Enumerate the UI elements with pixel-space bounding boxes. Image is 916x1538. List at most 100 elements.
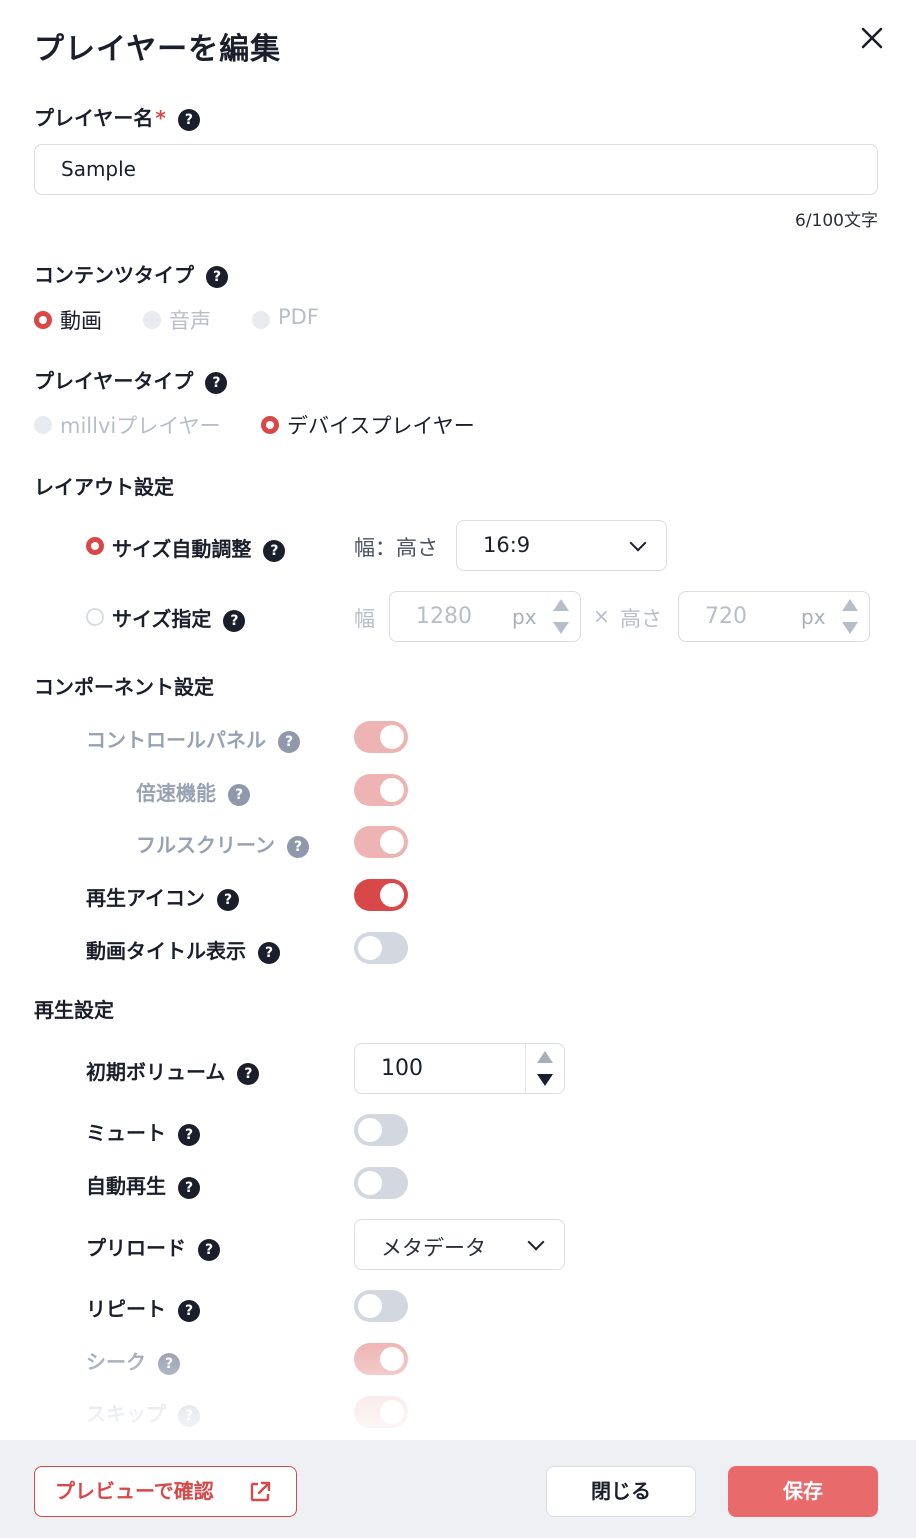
playback-section-title: 再生設定 [34, 998, 114, 1022]
fullscreen-toggle[interactable] [354, 826, 408, 858]
control-panel-toggle[interactable] [354, 721, 408, 753]
mute-label: ミュート? [86, 1117, 200, 1146]
radio-video[interactable] [34, 311, 52, 329]
char-counter: 6/100文字 [795, 211, 878, 231]
mute-toggle[interactable] [354, 1114, 408, 1146]
help-icon[interactable]: ? [223, 609, 246, 632]
radio-pdf[interactable] [252, 311, 270, 329]
help-icon[interactable]: ? [198, 1238, 220, 1261]
radio-audio[interactable] [143, 311, 161, 329]
width-label: 幅 [354, 607, 375, 631]
fullscreen-label: フルスクリーン? [136, 829, 309, 858]
toggle-knob [380, 883, 404, 907]
player-name-input[interactable]: Sample [34, 144, 878, 195]
radio-millvi-player[interactable] [34, 416, 52, 434]
height-value: 720 [705, 604, 747, 629]
save-button[interactable]: 保存 [728, 1466, 878, 1517]
increment-icon[interactable] [537, 1051, 553, 1063]
chevron-down-icon [527, 1233, 545, 1250]
components-section-title: コンポーネント設定 [34, 675, 214, 699]
divider [525, 1044, 526, 1093]
width-value: 1280 [416, 604, 472, 629]
help-icon[interactable]: ? [237, 1062, 260, 1085]
help-icon[interactable]: ? [205, 371, 228, 394]
height-label: 高さ [620, 607, 662, 631]
video-title-label: 動画タイトル表示? [86, 935, 280, 964]
player-type-label: プレイヤータイプ? [34, 365, 228, 394]
decrement-icon[interactable] [553, 622, 569, 634]
preload-label: プリロード? [86, 1232, 220, 1261]
aspect-ratio-select[interactable]: 16:9 [456, 520, 667, 571]
speed-toggle[interactable] [354, 774, 408, 806]
player-name-label: プレイヤー名 *? [34, 102, 200, 131]
video-title-toggle[interactable] [354, 932, 408, 964]
play-icon-label: 再生アイコン? [86, 882, 239, 911]
close-icon[interactable] [858, 24, 886, 52]
layout-section-title: レイアウト設定 [34, 475, 174, 499]
help-icon[interactable]: ? [263, 539, 286, 562]
autoplay-toggle[interactable] [354, 1167, 408, 1199]
toggle-knob [380, 725, 404, 749]
play-icon-toggle[interactable] [354, 879, 408, 911]
radio-auto-size[interactable] [86, 537, 104, 555]
toggle-knob [380, 778, 404, 802]
toggle-knob [380, 1400, 404, 1424]
height-input[interactable]: 720 px [678, 591, 870, 642]
toggle-knob [358, 1118, 382, 1142]
close-button[interactable]: 閉じる [546, 1466, 696, 1517]
radio-video-label[interactable]: 動画 [60, 305, 102, 335]
increment-icon[interactable] [842, 599, 858, 611]
radio-device-player-label[interactable]: デバイスプレイヤー [287, 410, 475, 440]
decrement-icon[interactable] [537, 1074, 553, 1086]
help-icon[interactable]: ? [158, 1352, 180, 1375]
speed-label: 倍速機能? [136, 777, 250, 806]
repeat-label: リピート? [86, 1293, 200, 1322]
help-icon[interactable]: ? [228, 783, 250, 806]
fixed-size-label: サイズ指定? [112, 603, 246, 632]
help-icon[interactable]: ? [287, 835, 309, 858]
preload-value: メタデータ [381, 1236, 486, 1260]
autoplay-label: 自動再生? [86, 1170, 200, 1199]
toggle-knob [358, 1294, 382, 1318]
toggle-knob [380, 830, 404, 854]
radio-millvi-player-label[interactable]: millviプレイヤー [60, 410, 221, 440]
skip-label: スキップ? [86, 1398, 200, 1427]
skip-toggle[interactable] [354, 1396, 408, 1428]
help-icon[interactable]: ? [278, 730, 300, 753]
seek-toggle[interactable] [354, 1343, 408, 1375]
aspect-ratio-value: 16:9 [483, 533, 531, 557]
help-icon[interactable]: ? [178, 1176, 200, 1199]
help-icon[interactable]: ? [258, 941, 280, 964]
dialog-title: プレイヤーを編集 [34, 32, 282, 67]
toggle-knob [358, 1171, 382, 1195]
decrement-icon[interactable] [842, 622, 858, 634]
width-input[interactable]: 1280 px [389, 591, 581, 642]
help-icon[interactable]: ? [217, 888, 239, 911]
radio-pdf-label[interactable]: PDF [278, 305, 319, 329]
radio-audio-label[interactable]: 音声 [169, 305, 211, 335]
increment-icon[interactable] [553, 599, 569, 611]
auto-size-label: サイズ自動調整? [112, 533, 286, 562]
preview-button[interactable]: プレビューで確認 [34, 1466, 297, 1517]
chevron-down-icon [629, 534, 647, 551]
ratio-label: 幅：高さ [354, 536, 438, 560]
help-icon[interactable]: ? [177, 108, 200, 131]
help-icon[interactable]: ? [178, 1404, 200, 1427]
help-icon[interactable]: ? [178, 1299, 200, 1322]
toggle-knob [380, 1347, 404, 1371]
times-sign: × [593, 604, 610, 628]
content-type-label: コンテンツタイプ? [34, 259, 228, 288]
volume-input[interactable]: 100 [354, 1043, 565, 1094]
help-icon[interactable]: ? [206, 265, 228, 288]
radio-fixed-size[interactable] [86, 608, 104, 626]
help-icon[interactable]: ? [178, 1123, 200, 1146]
repeat-toggle[interactable] [354, 1290, 408, 1322]
radio-device-player[interactable] [261, 416, 279, 434]
toggle-knob [358, 936, 382, 960]
external-link-icon [250, 1481, 271, 1502]
control-panel-label: コントロールパネル? [86, 724, 300, 753]
preload-select[interactable]: メタデータ [354, 1219, 565, 1270]
required-mark: * [155, 106, 166, 130]
volume-value: 100 [381, 1056, 423, 1081]
width-unit: px [512, 605, 537, 629]
